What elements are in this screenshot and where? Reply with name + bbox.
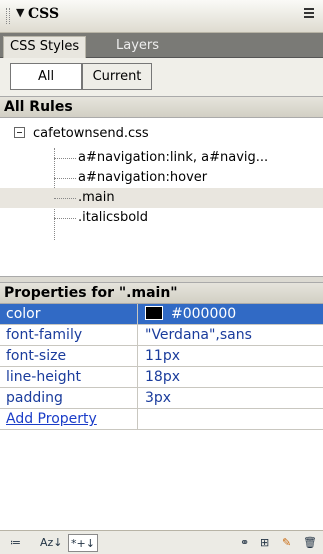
property-row[interactable]: color #000000	[0, 304, 323, 325]
property-row[interactable]: padding 3px	[0, 388, 323, 409]
rule-item-selected[interactable]: .main	[0, 188, 323, 208]
panel-title: CSS	[28, 6, 60, 22]
add-property-link[interactable]: Add Property	[6, 409, 97, 429]
property-value[interactable]: 18px	[145, 367, 180, 387]
all-rules-header: All Rules	[0, 96, 323, 118]
attach-stylesheet-icon[interactable]: ⚭	[240, 534, 249, 552]
rule-item[interactable]: a#navigation:hover	[0, 168, 323, 188]
properties-table: color #000000 font-family "Verdana",sans…	[0, 304, 323, 430]
color-swatch[interactable]	[145, 306, 163, 320]
property-name: color	[6, 306, 41, 322]
property-name: font-family	[6, 327, 83, 343]
property-row[interactable]: font-family "Verdana",sans	[0, 325, 323, 346]
current-mode-button[interactable]: Current	[82, 63, 152, 90]
rule-label: a#navigation:link, a#navig...	[78, 150, 269, 165]
add-property-row[interactable]: Add Property	[0, 409, 323, 430]
edit-rule-icon[interactable]: ✎	[282, 534, 291, 552]
bottom-toolbar: ≔ Az↓ *+↓ ⚭ ⊞ ✎ 🗑	[0, 530, 323, 554]
rule-item[interactable]: .italicsbold	[0, 208, 323, 228]
category-view-icon[interactable]: ≔	[10, 534, 21, 552]
stylesheet-node[interactable]: cafetownsend.css	[14, 126, 149, 141]
all-mode-button[interactable]: All	[10, 63, 82, 90]
properties-header: Properties for ".main"	[0, 282, 323, 304]
property-row[interactable]: font-size 11px	[0, 346, 323, 367]
property-value[interactable]: 3px	[145, 388, 171, 408]
property-value[interactable]: 11px	[145, 346, 180, 366]
collapse-box-icon[interactable]	[14, 127, 25, 138]
property-name: padding	[6, 390, 63, 406]
stylesheet-name: cafetownsend.css	[33, 126, 149, 141]
rule-item[interactable]: a#navigation:link, a#navig...	[0, 148, 323, 168]
set-properties-view-icon[interactable]: *+↓	[68, 534, 98, 552]
mode-toggle-area: All Current	[0, 58, 323, 96]
grip-handle[interactable]	[6, 8, 10, 24]
tab-layers[interactable]: Layers	[110, 36, 165, 58]
rule-label: .main	[78, 190, 115, 205]
property-value[interactable]: "Verdana",sans	[145, 325, 252, 345]
rule-label: .italicsbold	[78, 210, 149, 225]
collapse-arrow-icon[interactable]: ▼	[16, 6, 24, 19]
delete-rule-icon[interactable]: 🗑	[303, 534, 317, 552]
rule-label: a#navigation:hover	[78, 170, 208, 185]
property-name: line-height	[6, 369, 81, 385]
options-menu-icon[interactable]	[301, 8, 315, 22]
tab-css-styles[interactable]: CSS Styles	[3, 36, 87, 58]
new-rule-icon[interactable]: ⊞	[260, 534, 269, 552]
property-name: font-size	[6, 348, 67, 364]
property-value: #000000	[171, 306, 237, 322]
panel-titlebar[interactable]: ▼ CSS	[0, 0, 323, 33]
property-row[interactable]: line-height 18px	[0, 367, 323, 388]
rules-tree: cafetownsend.css a#navigation:link, a#na…	[0, 118, 323, 276]
tab-bar: CSS Styles Layers	[0, 33, 323, 58]
alpha-view-icon[interactable]: Az↓	[40, 534, 63, 552]
